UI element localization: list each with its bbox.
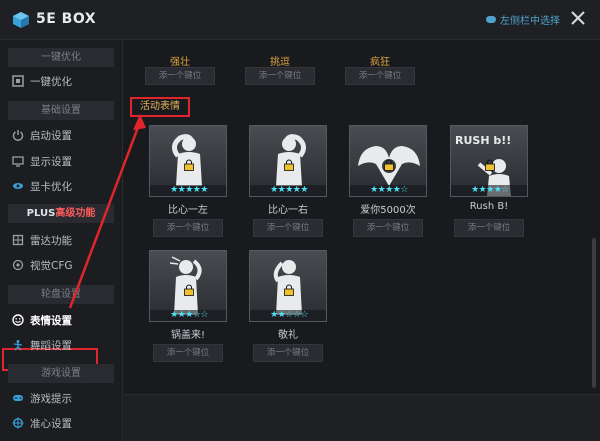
sidebar-item-label: 雷达功能 xyxy=(30,234,72,247)
category-label: 疯狂 xyxy=(370,57,390,68)
section-header-game: 游戏设置 xyxy=(8,364,114,383)
activity-emotes-label: 活动表情 xyxy=(130,97,190,117)
sidebar-toggle[interactable]: 左侧栏中选择 xyxy=(486,12,560,27)
emote-name: 敬礼 xyxy=(278,330,298,341)
close-icon[interactable] xyxy=(568,8,588,28)
lock-icon xyxy=(485,159,495,171)
sidebar-item-visual-cfg[interactable]: 视觉CFG xyxy=(12,255,112,275)
star-rating: ★★★★★ xyxy=(250,185,326,196)
sidebar-item-label: 启动设置 xyxy=(30,129,72,142)
emote-name: 爱你5000次 xyxy=(360,205,416,216)
content-scrollbar[interactable] xyxy=(592,238,596,388)
section-header-plus: PLUS高级功能 xyxy=(8,204,114,223)
sidebar-item-emote-settings[interactable]: 表情设置 xyxy=(12,310,112,330)
sidebar-item-label: 显卡优化 xyxy=(30,180,72,193)
set-key-button[interactable]: 添一个键位 xyxy=(153,219,223,237)
set-key-button[interactable]: 添一个键位 xyxy=(153,344,223,362)
sidebar-item-one-click-optimize[interactable]: 一键优化 xyxy=(12,71,112,91)
smile-icon xyxy=(12,314,24,326)
plus-accent-label: 高级功能 xyxy=(55,208,96,219)
sidebar-item-dance-settings[interactable]: 舞蹈设置 xyxy=(12,335,112,355)
lock-icon xyxy=(284,159,294,171)
app-title: 5E BOX xyxy=(36,11,97,27)
sidebar-item-crosshair-settings[interactable]: 准心设置 xyxy=(12,413,112,433)
set-key-button[interactable]: 添一个键位 xyxy=(345,67,415,85)
emote-card-heart-left[interactable]: ★★★★★ xyxy=(149,125,227,197)
emote-card-heart-right[interactable]: ★★★★★ xyxy=(249,125,327,197)
emote-card-rush-b[interactable]: RUSH b!! ★★★★☆ xyxy=(450,125,528,197)
optimize-icon xyxy=(12,75,24,87)
emote-card-salute[interactable]: ★★☆☆☆ xyxy=(249,250,327,322)
star-rating: ★★★★★ xyxy=(150,185,226,196)
sidebar-item-launch-settings[interactable]: 启动设置 xyxy=(12,125,112,145)
emote-name: 比心一左 xyxy=(168,205,208,216)
radar-icon xyxy=(12,234,24,246)
star-rating: ★★★☆☆ xyxy=(150,310,226,321)
sidebar-item-radar[interactable]: 雷达功能 xyxy=(12,230,112,250)
category-label: 强壮 xyxy=(170,57,190,68)
lock-icon xyxy=(284,284,294,296)
sidebar-item-label: 舞蹈设置 xyxy=(30,339,72,352)
dance-icon xyxy=(13,340,23,351)
star-rating: ★★★★☆ xyxy=(451,185,527,196)
star-rating: ★★★★☆ xyxy=(350,185,426,196)
set-key-button[interactable]: 添一个键位 xyxy=(253,344,323,362)
section-header-optimize: 一键优化 xyxy=(8,48,114,67)
set-key-button[interactable]: 添一个键位 xyxy=(353,219,423,237)
sidebar-item-display-settings[interactable]: 显示设置 xyxy=(12,151,112,171)
monitor-icon xyxy=(12,156,24,167)
toggle-label: 左侧栏中选择 xyxy=(500,16,560,27)
section-header-basic: 基础设置 xyxy=(8,101,114,120)
gamepad-icon xyxy=(13,395,23,401)
set-key-button[interactable]: 添一个键位 xyxy=(253,219,323,237)
crosshair-icon xyxy=(12,417,24,429)
emote-content-panel: 强壮 添一个键位 挑逗 添一个键位 疯狂 添一个键位 活动表情 ★★★★★ 比心… xyxy=(124,40,600,394)
emote-card-pot-lid[interactable]: ★★★☆☆ xyxy=(149,250,227,322)
sidebar-item-label: 显示设置 xyxy=(30,155,72,168)
section-header-wheel: 轮盘设置 xyxy=(8,285,114,304)
lock-icon xyxy=(184,284,194,296)
set-key-button[interactable]: 添一个键位 xyxy=(245,67,315,85)
power-icon xyxy=(12,130,24,141)
sidebar-item-game-tips[interactable]: 游戏提示 xyxy=(12,388,112,408)
sidebar-item-gpu-optimize[interactable]: 显卡优化 xyxy=(12,176,112,196)
toggle-icon xyxy=(486,16,496,23)
lock-icon xyxy=(184,159,194,171)
cfg-icon xyxy=(12,259,24,271)
sidebar-item-label: 游戏提示 xyxy=(30,392,72,405)
rush-b-art-text: RUSH b!! xyxy=(455,134,512,147)
plus-label: PLUS xyxy=(26,208,56,219)
bottom-bar xyxy=(124,394,600,441)
emote-name: 锅盖来! xyxy=(170,330,205,341)
sidebar-item-label: 视觉CFG xyxy=(30,259,73,272)
category-label: 挑逗 xyxy=(270,57,290,68)
lock-icon xyxy=(384,159,394,171)
sidebar-item-label: 准心设置 xyxy=(30,417,72,430)
set-key-button[interactable]: 添一个键位 xyxy=(454,219,524,237)
sidebar-item-label: 一键优化 xyxy=(30,75,72,88)
emote-name: 比心一右 xyxy=(268,205,308,216)
gpu-icon xyxy=(13,183,23,189)
title-bar: 5E BOX 左侧栏中选择 xyxy=(0,0,600,40)
star-rating: ★★☆☆☆ xyxy=(250,310,326,321)
emote-card-love-you[interactable]: ★★★★☆ xyxy=(349,125,427,197)
emote-name: Rush B! xyxy=(469,201,509,212)
sidebar-item-label: 表情设置 xyxy=(30,314,72,327)
sidebar: 一键优化 一键优化 基础设置 启动设置 显示设置 显卡优化 PLUS高级功能 雷… xyxy=(0,40,123,441)
set-key-button[interactable]: 添一个键位 xyxy=(145,67,215,85)
app-logo-icon xyxy=(13,12,29,28)
